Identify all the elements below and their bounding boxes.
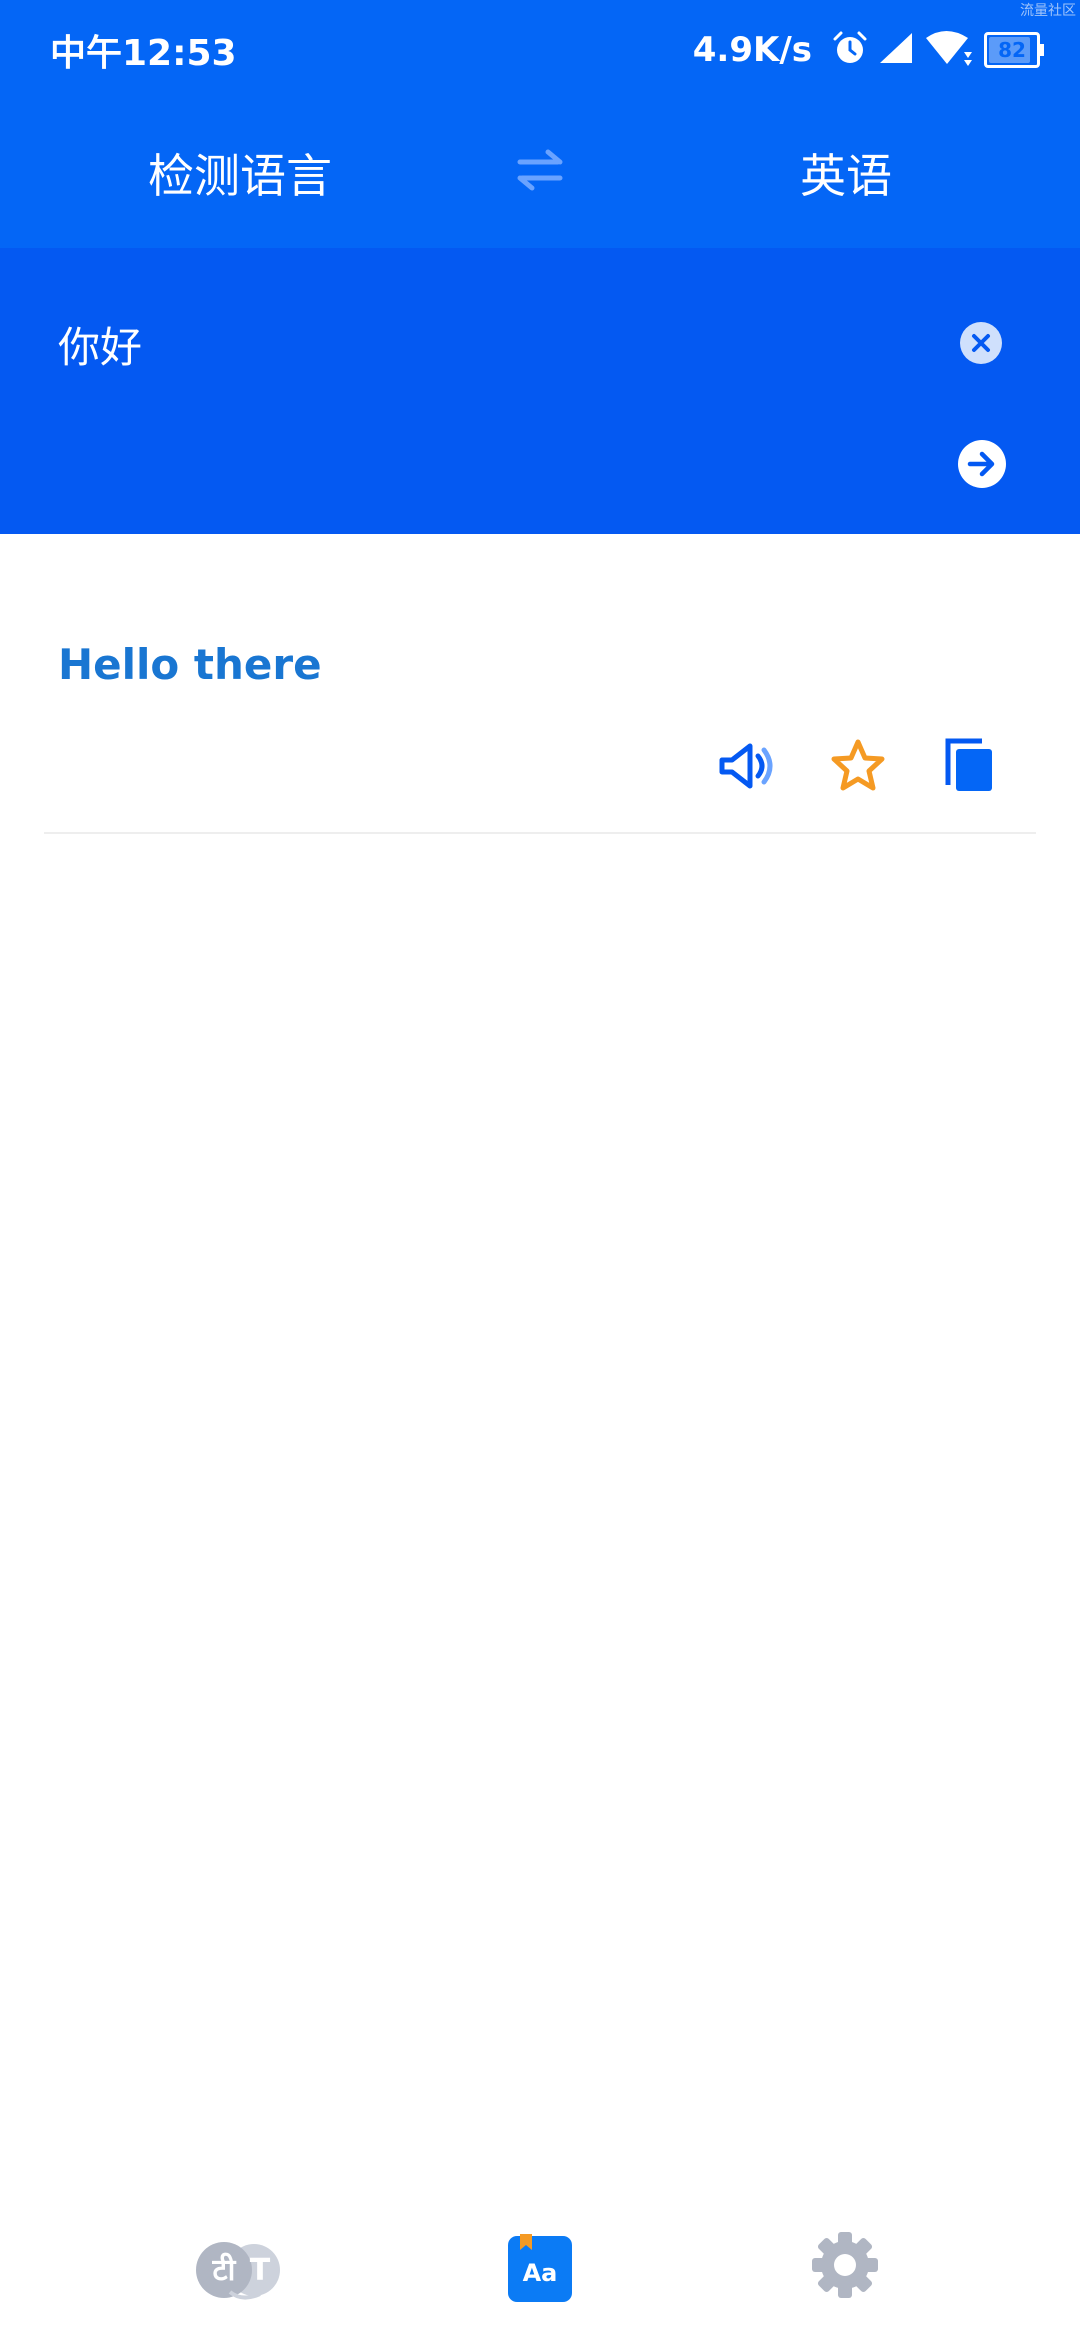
battery-icon: 82 xyxy=(984,32,1044,68)
favorite-button[interactable] xyxy=(826,736,890,796)
dictionary-icon: Aa xyxy=(508,2234,572,2302)
source-language-button[interactable]: 检测语言 xyxy=(148,140,332,206)
translate-icon: टी T xyxy=(196,2242,280,2300)
swap-languages-button[interactable] xyxy=(514,144,566,196)
result-divider xyxy=(44,832,1036,834)
clear-input-button[interactable] xyxy=(960,322,1002,364)
status-bar: 中午12:53 4.9K/s 82 xyxy=(0,0,1080,100)
cellular-signal-icon xyxy=(878,31,914,69)
top-app-bar: 中午12:53 4.9K/s 82 检测语言 英语 xyxy=(0,0,1080,248)
source-text-input[interactable]: 你好 xyxy=(58,314,142,375)
translate-glyph-b: T xyxy=(250,2253,271,2288)
target-language-button[interactable]: 英语 xyxy=(800,140,892,206)
battery-percent: 82 xyxy=(998,38,1026,62)
network-speed: 4.9K/s xyxy=(692,30,812,70)
speaker-icon xyxy=(719,743,773,789)
alarm-icon xyxy=(832,30,868,70)
speak-button[interactable] xyxy=(716,736,780,796)
copy-button[interactable] xyxy=(938,736,1002,796)
copy-icon xyxy=(945,738,992,791)
translate-glyph-a: टी xyxy=(212,2252,237,2288)
arrow-right-circle-icon xyxy=(967,451,995,477)
translate-submit-button[interactable] xyxy=(958,440,1006,488)
input-panel[interactable]: 你好 xyxy=(0,248,1080,534)
watermark: 流量社区 xyxy=(1020,3,1076,19)
phrasebook-tab[interactable]: Aa xyxy=(508,2230,572,2310)
wifi-icon xyxy=(924,30,972,70)
language-selector-row: 检测语言 英语 xyxy=(0,120,1080,230)
gear-icon xyxy=(812,2232,878,2298)
star-icon xyxy=(831,739,885,791)
swap-arrows-icon xyxy=(517,149,563,191)
result-actions xyxy=(716,736,1016,796)
status-right-group: 4.9K/s 82 xyxy=(692,24,1044,76)
translation-result: Hello there xyxy=(58,640,322,689)
settings-tab[interactable] xyxy=(810,2230,880,2310)
clear-circle-icon xyxy=(972,334,990,352)
status-time: 中午12:53 xyxy=(50,33,237,74)
dictionary-glyph: Aa xyxy=(523,2259,558,2287)
battery-nub xyxy=(1040,44,1044,56)
bottom-navigation: टी T Aa xyxy=(0,2200,1080,2340)
translate-tab[interactable]: टी T xyxy=(180,2230,300,2310)
